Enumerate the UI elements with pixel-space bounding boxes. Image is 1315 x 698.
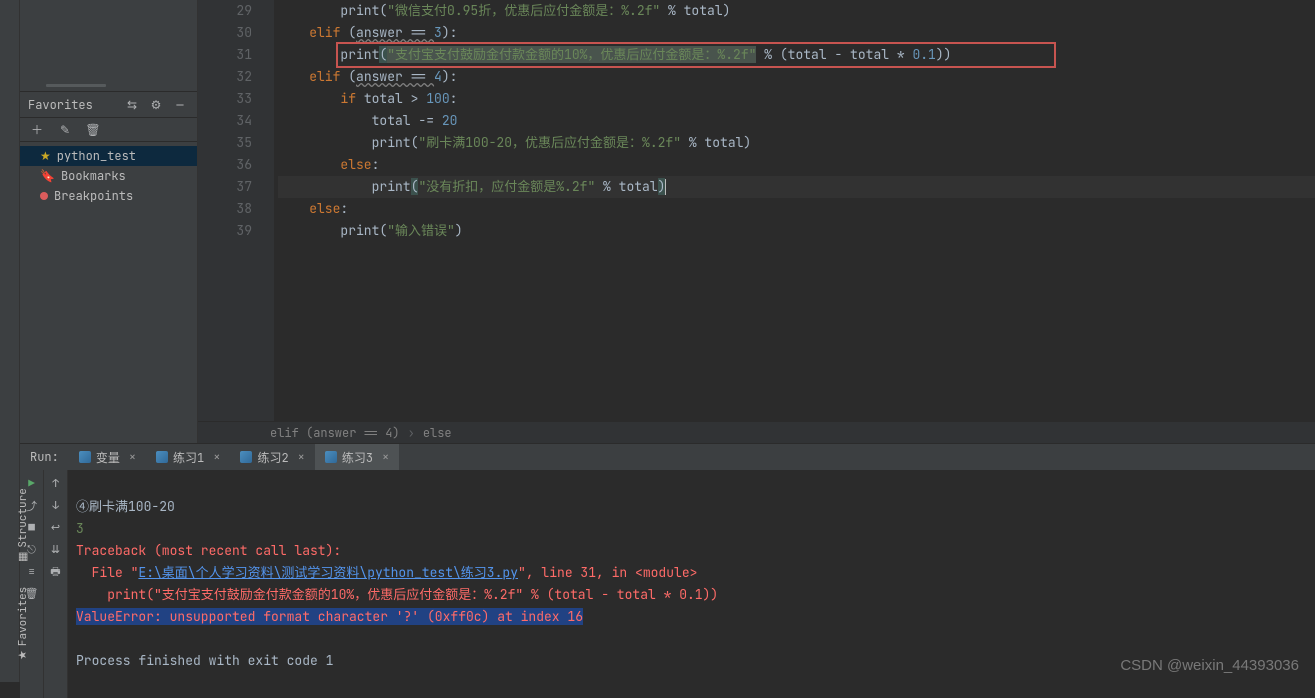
run-tab[interactable]: 练习1× xyxy=(146,444,230,470)
code-line[interactable]: print("没有折扣，应付金额是%.2f" % total) xyxy=(278,176,1315,198)
wrap-icon[interactable]: ↩ xyxy=(48,520,64,536)
left-tool-rail[interactable]: ▦Structure ★Favorites xyxy=(0,0,20,682)
tool-icon[interactable]: ≡ xyxy=(24,564,40,580)
console-line: print("支付宝支付鼓励金付款金额的10%，优惠后应付金额是：%.2f" %… xyxy=(76,586,718,603)
code-line[interactable]: if total > 100: xyxy=(278,88,1315,110)
hide-icon[interactable]: — xyxy=(171,96,189,114)
code-line[interactable]: else: xyxy=(278,198,1315,220)
code-line[interactable]: print("刷卡满100-20，优惠后应付金额是：%.2f" % total) xyxy=(278,132,1315,154)
rail-structure[interactable]: ▦Structure xyxy=(16,488,30,562)
scroll-icon[interactable]: ⇊ xyxy=(48,542,64,558)
tree-item-breakpoints[interactable]: Breakpoints xyxy=(20,186,197,206)
code-line[interactable]: elif (answer == 3): xyxy=(278,22,1315,44)
tree-item-bookmarks[interactable]: 🔖Bookmarks xyxy=(20,166,197,186)
run-tab[interactable]: 练习2× xyxy=(230,444,314,470)
bookmark-icon: 🔖 xyxy=(40,168,55,184)
code-line[interactable]: print("微信支付0.95折，优惠后应付金额是：%.2f" % total) xyxy=(278,0,1315,22)
run-tab[interactable]: 练习3× xyxy=(315,444,399,470)
breadcrumb-part[interactable]: elif (answer == 4) xyxy=(270,425,400,441)
console-line: Traceback (most recent call last): xyxy=(76,542,341,559)
code-editor[interactable]: 2930313233343536373839 print("微信支付0.95折，… xyxy=(198,0,1315,443)
watermark: CSDN @weixin_44393036 xyxy=(1120,657,1299,674)
star-icon: ★ xyxy=(40,148,51,164)
breakpoint-icon xyxy=(40,192,48,200)
console-line: File "E:\桌面\个人学习资料\测试学习资料\python_test\练习… xyxy=(76,564,697,581)
code-line[interactable]: print("支付宝支付鼓励金付款金额的10%，优惠后应付金额是：%.2f" %… xyxy=(278,44,1315,66)
console-line: ④刷卡满100-20 xyxy=(76,498,175,515)
code-area[interactable]: print("微信支付0.95折，优惠后应付金额是：%.2f" % total)… xyxy=(274,0,1315,421)
run-left-toolbar-2: ↑ ↓ ↩ ⇊ 🖶 xyxy=(44,470,68,698)
gutter[interactable]: 2930313233343536373839 xyxy=(198,0,274,421)
console-line: Process finished with exit code 1 xyxy=(76,652,333,669)
chevron-right-icon: › xyxy=(408,425,415,441)
delete-icon[interactable]: 🗑 xyxy=(84,121,102,139)
down-icon[interactable]: ↓ xyxy=(48,498,64,514)
code-line[interactable]: print("输入错误") xyxy=(278,220,1315,242)
console-line: 3 xyxy=(76,520,84,537)
expand-icon[interactable]: ⇆ xyxy=(123,96,141,114)
close-icon[interactable]: × xyxy=(129,449,136,465)
file-link[interactable]: E:\桌面\个人学习资料\测试学习资料\python_test\练习3.py xyxy=(138,564,518,581)
code-line[interactable]: else: xyxy=(278,154,1315,176)
code-line[interactable]: elif (answer == 4): xyxy=(278,66,1315,88)
add-icon[interactable]: ＋ xyxy=(28,121,46,139)
rail-favorites[interactable]: ★Favorites xyxy=(16,587,30,660)
gear-icon[interactable]: ⚙ xyxy=(147,96,165,114)
breadcrumb[interactable]: elif (answer == 4) › else xyxy=(198,421,1315,443)
favorites-title: Favorites xyxy=(28,97,117,113)
tree-item-python-test[interactable]: ★python_test xyxy=(20,146,197,166)
breadcrumb-part[interactable]: else xyxy=(423,425,452,441)
up-icon[interactable]: ↑ xyxy=(48,476,64,492)
favorites-panel: Favorites ⇆ ⚙ — ＋ ✎ 🗑 ★python_test 🔖Book… xyxy=(20,0,198,443)
edit-icon[interactable]: ✎ xyxy=(56,121,74,139)
console-line-selected: ValueError: unsupported format character… xyxy=(76,608,583,625)
run-tab[interactable]: 变量× xyxy=(69,444,146,470)
close-icon[interactable]: × xyxy=(213,449,220,465)
close-icon[interactable]: × xyxy=(298,449,305,465)
print-icon[interactable]: 🖶 xyxy=(48,564,64,580)
code-line[interactable]: total -= 20 xyxy=(278,110,1315,132)
close-icon[interactable]: × xyxy=(382,449,389,465)
minimap-placeholder xyxy=(20,0,197,92)
run-label: Run: xyxy=(20,449,69,465)
run-tabs-bar: Run: 变量×练习1×练习2×练习3× xyxy=(20,444,1315,470)
